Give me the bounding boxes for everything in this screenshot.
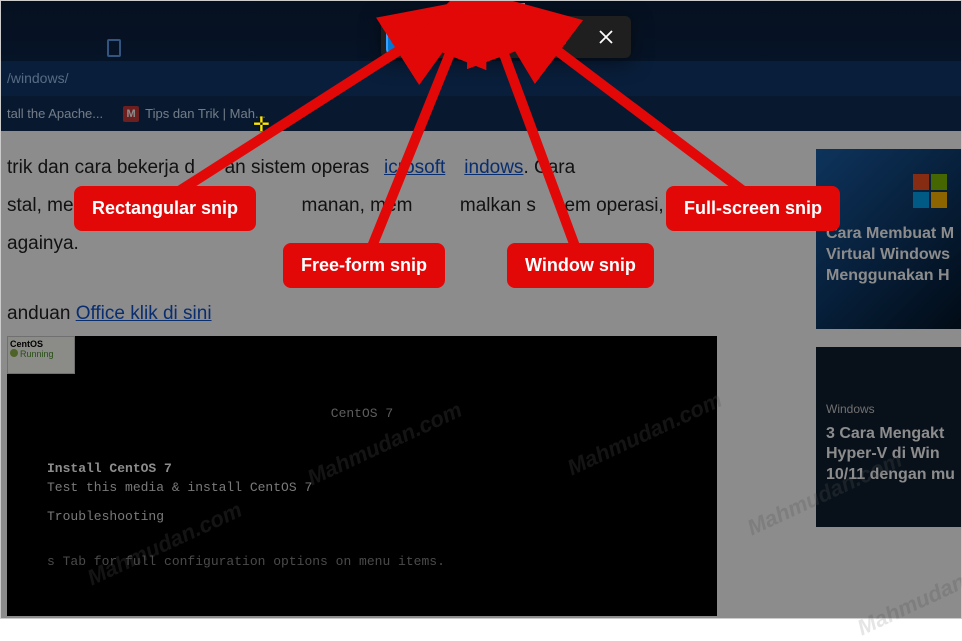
label-rectangular: Rectangular snip — [74, 186, 256, 231]
label-freeform: Free-form snip — [283, 243, 445, 288]
label-window: Window snip — [507, 243, 654, 288]
annotation-arrows — [1, 1, 962, 620]
label-fullscreen: Full-screen snip — [666, 186, 840, 231]
crosshair-cursor-icon: ✛ — [253, 112, 270, 137]
